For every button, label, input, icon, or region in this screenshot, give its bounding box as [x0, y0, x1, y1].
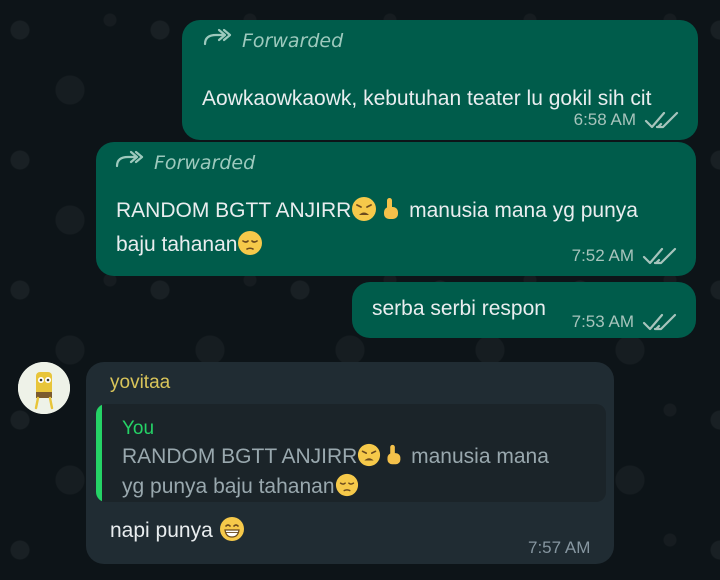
pensive-face-icon: [335, 473, 359, 497]
pointing-up-icon: [381, 443, 405, 467]
message-text-segment: baju tahanan: [116, 233, 238, 256]
quoted-message[interactable]: You RANDOM BGTT ANJIRR manusia mana yg p…: [96, 404, 606, 502]
double-check-icon: [642, 246, 678, 266]
forwarded-text: Forwarded: [154, 151, 256, 174]
quote-text-segment: manusia mana: [405, 445, 549, 468]
grinning-face-icon: [219, 516, 245, 542]
forwarded-text: Forwarded: [242, 29, 344, 52]
forward-arrow-icon: [202, 28, 232, 53]
quote-accent-bar: [96, 404, 102, 502]
message-time: 6:58 AM: [573, 110, 636, 129]
message-meta: 7:52 AM: [572, 246, 678, 266]
message-text: serba serbi respon: [372, 297, 546, 320]
pensive-face-icon: [237, 230, 263, 256]
message-meta: 6:58 AM: [574, 110, 680, 130]
sender-name: yovitaa: [110, 372, 171, 393]
message-text-segment: napi punya: [110, 519, 213, 542]
forwarded-label: Forwarded: [114, 150, 255, 175]
message-bubble-outgoing[interactable]: serba serbi respon 7:53 AM: [352, 282, 696, 338]
message-meta: 7:57 AM: [528, 538, 590, 558]
message-text-segment: manusia mana yg punya: [403, 199, 638, 222]
double-check-icon: [644, 110, 680, 130]
avatar[interactable]: [18, 362, 70, 414]
message-time: 7:57 AM: [528, 538, 591, 557]
weary-face-icon: [351, 196, 377, 222]
double-check-icon: [642, 312, 678, 332]
message-text-segment: RANDOM BGTT ANJIRR: [116, 199, 352, 222]
message-bubble-outgoing[interactable]: Forwarded Aowkaowkaowk, kebutuhan teater…: [182, 20, 698, 140]
message-text: napi punya: [110, 514, 245, 548]
message-meta: 7:53 AM: [572, 312, 678, 332]
quote-text-segment: yg punya baju tahanan: [122, 475, 335, 498]
weary-face-icon: [357, 443, 381, 467]
quote-text-segment: RANDOM BGTT ANJIRR: [122, 445, 358, 468]
pointing-up-icon: [377, 196, 403, 222]
forwarded-label: Forwarded: [202, 28, 343, 53]
message-time: 7:52 AM: [571, 246, 634, 265]
message-time: 7:53 AM: [571, 312, 634, 331]
message-bubble-outgoing[interactable]: Forwarded RANDOM BGTT ANJIRR manusia man…: [96, 142, 696, 276]
quote-text: RANDOM BGTT ANJIRR manusia mana yg punya…: [122, 442, 602, 502]
forward-arrow-icon: [114, 150, 144, 175]
quote-author: You: [122, 418, 155, 439]
